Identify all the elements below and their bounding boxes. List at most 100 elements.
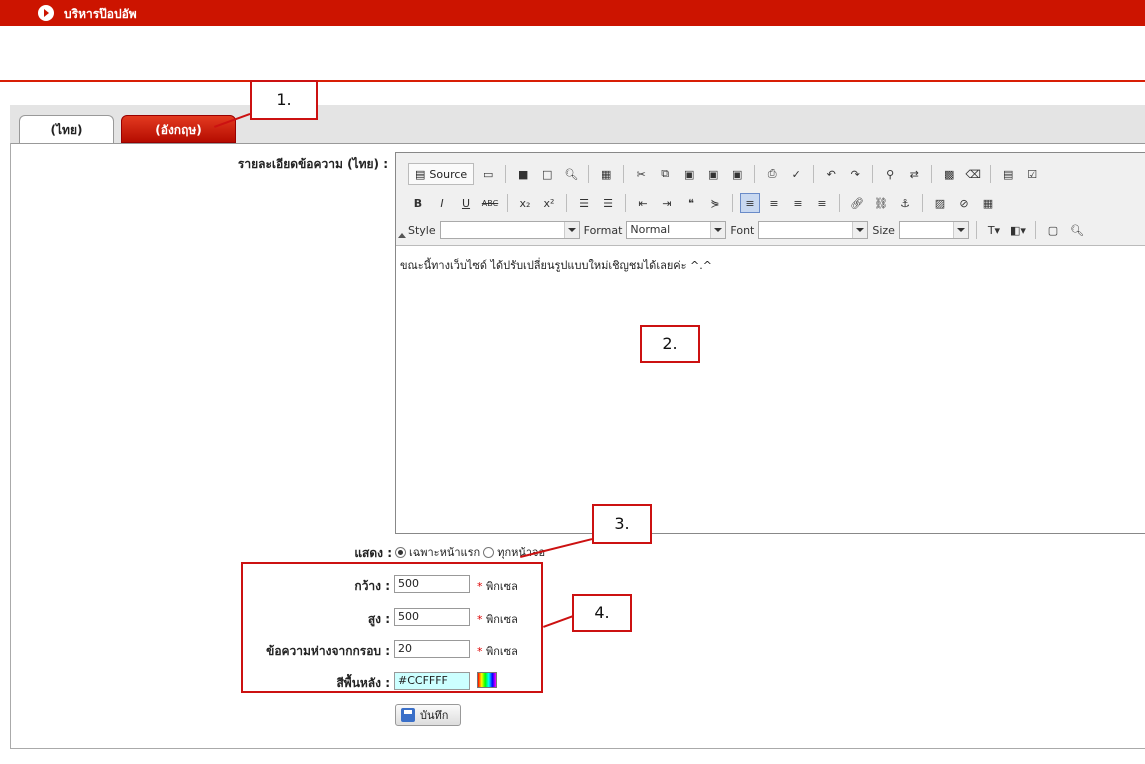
chevron-down-icon (710, 222, 726, 238)
toolbar-row-2: B I U ABC x₂ x² ☰ ☰ ⇤ ⇥ ❝ ⋟ ≡ ≡ ≡ ≡ 🔗︎ ⛓… (408, 190, 998, 216)
source-icon: ▤ (415, 167, 426, 181)
align-left-icon[interactable]: ≡ (740, 193, 760, 213)
chevron-down-icon (952, 222, 968, 238)
bulleted-list-icon[interactable]: ☰ (598, 193, 618, 213)
separator (623, 165, 625, 183)
height-unit: * พิกเซล (477, 613, 518, 626)
style-select[interactable]: Style (408, 221, 580, 239)
format-dropdown[interactable]: Normal (626, 221, 727, 239)
anchor-icon[interactable]: ⚓ (895, 193, 915, 213)
editor-label: รายละเอียดข้อความ (ไทย) : (237, 157, 388, 171)
undo-icon[interactable]: ↶ (821, 164, 841, 184)
color-picker-icon[interactable] (477, 672, 497, 688)
align-right-icon[interactable]: ≡ (788, 193, 808, 213)
save-button[interactable]: บันทึก (395, 704, 461, 726)
separator (872, 165, 874, 183)
image-icon[interactable]: ▨ (930, 193, 950, 213)
superscript-icon[interactable]: x² (539, 193, 559, 213)
copy-icon[interactable]: ⧉ (655, 164, 675, 184)
spellcheck-icon[interactable]: ✓ (786, 164, 806, 184)
radio-all-pages[interactable] (483, 546, 495, 558)
replace-icon[interactable]: ⇄ (904, 164, 924, 184)
maximize-icon[interactable]: ▢ (1043, 220, 1063, 240)
source-button[interactable]: ▤ Source (408, 163, 475, 185)
subscript-icon[interactable]: x₂ (515, 193, 535, 213)
flash-icon[interactable]: ⊘ (954, 193, 974, 213)
annotation-4: 4. (572, 594, 632, 632)
remove-format-icon[interactable]: ⌫ (963, 164, 983, 184)
templates-icon[interactable]: ▦ (596, 164, 616, 184)
preview-icon[interactable]: 🔍︎ (561, 164, 581, 184)
find-icon[interactable]: ⚲ (880, 164, 900, 184)
text-color-icon[interactable]: T▾ (984, 220, 1004, 240)
display-radio-group: เฉพาะหน้าแรก ทุกหน้าจอ (395, 543, 545, 561)
redo-icon[interactable]: ↷ (845, 164, 865, 184)
save-icon[interactable]: ■ (513, 164, 533, 184)
separator (1034, 221, 1036, 239)
show-blocks-icon[interactable]: 🔍︎ (1067, 220, 1087, 240)
separator (754, 165, 756, 183)
padding-input[interactable]: 20 (394, 640, 470, 658)
font-dropdown[interactable] (758, 221, 869, 239)
padding-label: ข้อความห่างจากกรอบ : (266, 644, 390, 658)
align-center-icon[interactable]: ≡ (764, 193, 784, 213)
size-select[interactable]: Size (872, 221, 969, 239)
font-label: Font (730, 223, 755, 237)
paste-icon[interactable]: ▣ (679, 164, 699, 184)
underline-icon[interactable]: U (456, 193, 476, 213)
padding-unit: * พิกเซล (477, 645, 518, 658)
size-dropdown[interactable] (898, 221, 969, 239)
paste-text-icon[interactable]: ▣ (703, 164, 723, 184)
paste-plain-icon[interactable]: ▭ (478, 164, 498, 184)
radio-first-page[interactable] (395, 546, 406, 558)
font-select[interactable]: Font (730, 221, 869, 239)
new-page-icon[interactable]: □ (537, 164, 557, 184)
link-icon[interactable]: 🔗︎ (847, 193, 867, 213)
print-icon[interactable]: ⎙ (762, 164, 782, 184)
table-icon[interactable]: ▦ (978, 193, 998, 213)
separator (507, 194, 508, 212)
select-all-icon[interactable]: ▩ (939, 164, 959, 184)
source-label: Source (429, 167, 468, 181)
radio-first-page-label: เฉพาะหน้าแรก (409, 546, 481, 559)
editor-content-area[interactable]: ขณะนี้ทางเว็บไซด์ ได้ปรับเปลี่ยนรูปแบบให… (396, 246, 1145, 532)
height-input[interactable]: 500 (394, 608, 470, 626)
bg-color-icon[interactable]: ◧▾ (1008, 220, 1028, 240)
paste-word-icon[interactable]: ▣ (727, 164, 747, 184)
chevron-down-icon (563, 222, 579, 238)
width-unit: * พิกเซล (477, 580, 518, 593)
indent-icon[interactable]: ⇥ (657, 193, 677, 213)
editor-toolbar: ▤ Source ▭ ■ □ 🔍︎ ▦ ✂ ⧉ ▣ ▣ ▣ ⎙ ✓ ↶ ↷ ⚲ ⇄… (396, 153, 1145, 246)
divider (0, 80, 1145, 82)
separator (588, 165, 590, 183)
format-select[interactable]: Format Normal (584, 221, 727, 239)
div-container-icon[interactable]: ⋟ (705, 193, 725, 213)
rich-text-editor: ▤ Source ▭ ■ □ 🔍︎ ▦ ✂ ⧉ ▣ ▣ ▣ ⎙ ✓ ↶ ↷ ⚲ ⇄… (395, 152, 1145, 534)
unlink-icon[interactable]: ⛓ (871, 193, 891, 213)
separator (566, 194, 567, 212)
bgcolor-input[interactable]: #CCFFFF (394, 672, 470, 690)
form-icon[interactable]: ▤ (998, 164, 1018, 184)
bold-icon[interactable]: B (408, 193, 428, 213)
numbered-list-icon[interactable]: ☰ (574, 193, 594, 213)
strikethrough-icon[interactable]: ABC (480, 193, 500, 213)
italic-icon[interactable]: I (432, 193, 452, 213)
style-dropdown[interactable] (439, 221, 580, 239)
collapse-toolbar-icon[interactable] (398, 233, 406, 238)
checkbox-icon[interactable]: ☑ (1022, 164, 1042, 184)
toolbar-row-1: ▤ Source ▭ ■ □ 🔍︎ ▦ ✂ ⧉ ▣ ▣ ▣ ⎙ ✓ ↶ ↷ ⚲ ⇄… (408, 161, 1042, 187)
separator (732, 194, 733, 212)
toolbar-row-3: Style Format Normal Font Size T▾ ◧▾ ▢ 🔍︎ (408, 217, 1087, 243)
outdent-icon[interactable]: ⇤ (633, 193, 653, 213)
cut-icon[interactable]: ✂ (631, 164, 651, 184)
tab-english[interactable]: (อังกฤษ) (121, 115, 236, 143)
align-justify-icon[interactable]: ≡ (812, 193, 832, 213)
separator (505, 165, 507, 183)
separator (625, 194, 626, 212)
tab-thai[interactable]: (ไทย) (19, 115, 114, 143)
blockquote-icon[interactable]: ❝ (681, 193, 701, 213)
annotation-1: 1. (250, 80, 318, 120)
width-input[interactable]: 500 (394, 575, 470, 593)
format-label: Format (583, 223, 623, 237)
annotation-3: 3. (592, 504, 652, 544)
